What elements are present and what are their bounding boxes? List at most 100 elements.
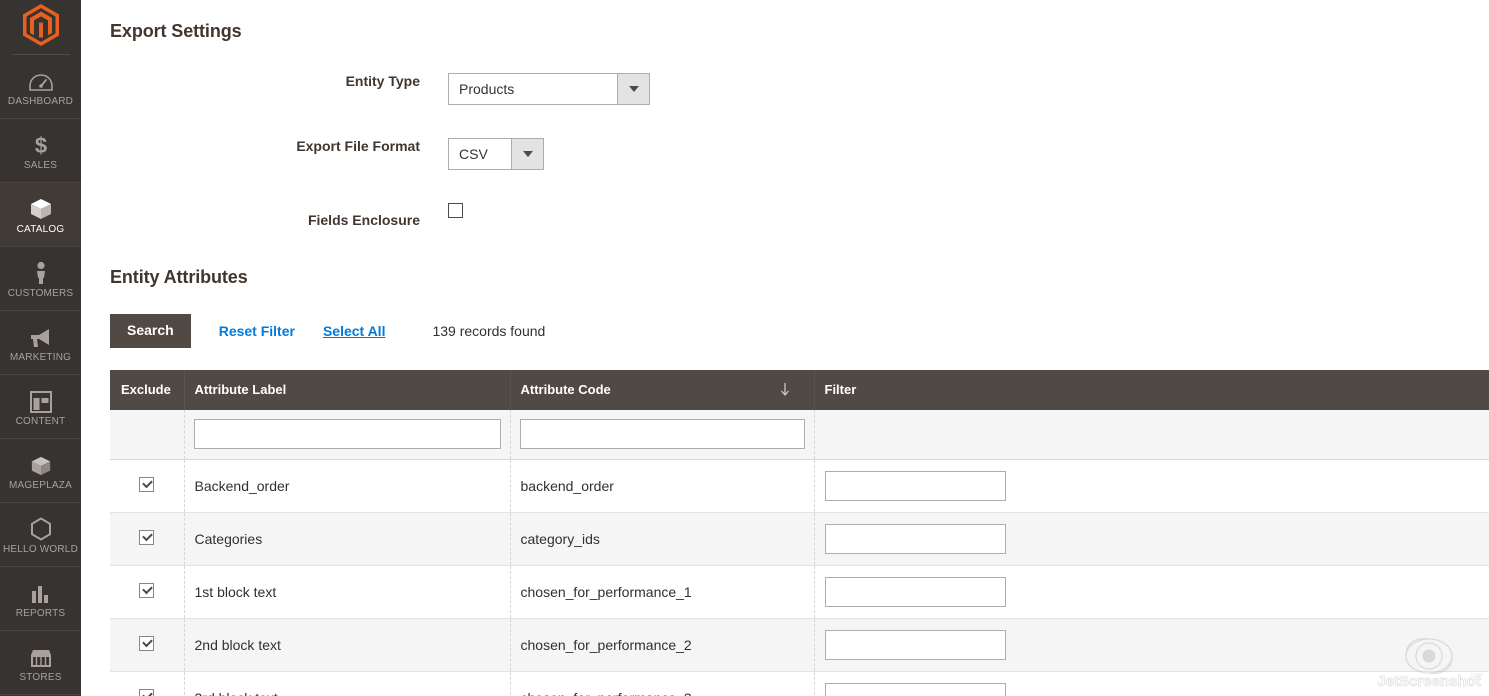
sidebar-item-mageplaza[interactable]: MAGEPLAZA xyxy=(0,439,81,502)
fields-enclosure-label: Fields Enclosure xyxy=(307,212,420,229)
svg-text:$: $ xyxy=(34,133,46,157)
attribute-code-cell: chosen_for_performance_1 xyxy=(510,565,815,620)
exclude-checkbox[interactable] xyxy=(139,689,155,696)
column-header-filter[interactable]: Filter xyxy=(814,370,1489,411)
sidebar-item-label: SALES xyxy=(23,159,58,171)
row-filter-input[interactable] xyxy=(824,683,1006,696)
table-row[interactable]: 3rd block text chosen_for_performance_3 xyxy=(110,671,1489,696)
filter-cell xyxy=(814,671,1489,696)
table-row[interactable]: Backend_order backend_order xyxy=(110,459,1489,514)
admin-sidebar: DASHBOARD $ SALES CATALOG CUSTOMERS MARK… xyxy=(0,0,81,696)
hexagon-icon xyxy=(27,515,55,541)
entity-type-row: Entity Type Products xyxy=(81,73,1489,106)
row-filter-input[interactable] xyxy=(824,471,1006,502)
attribute-code-cell: chosen_for_performance_3 xyxy=(510,671,815,696)
exclude-cell xyxy=(110,618,185,673)
sidebar-item-label: MARKETING xyxy=(9,351,72,363)
megaphone-icon xyxy=(27,323,55,349)
filter-cell-attribute-code xyxy=(510,410,815,461)
exclude-checkbox[interactable] xyxy=(139,636,155,652)
attribute-code-cell: backend_order xyxy=(510,459,815,514)
table-header: Exclude Attribute Label Attribute Code F… xyxy=(110,370,1489,411)
filter-cell-attribute-label xyxy=(184,410,511,461)
sidebar-item-dashboard[interactable]: DASHBOARD xyxy=(0,55,81,118)
person-icon xyxy=(27,259,55,285)
column-header-exclude[interactable]: Exclude xyxy=(110,370,185,411)
main-content: Export Settings Entity Type Products Exp… xyxy=(81,0,1489,696)
exclude-checkbox[interactable] xyxy=(139,530,155,546)
table-header-row: Exclude Attribute Label Attribute Code F… xyxy=(110,370,1489,411)
page-title: Export Settings xyxy=(110,21,242,42)
fields-enclosure-checkbox[interactable] xyxy=(448,203,463,219)
table-row[interactable]: Categories category_ids xyxy=(110,512,1489,567)
sidebar-item-label: MAGEPLAZA xyxy=(9,479,72,491)
attribute-label-cell: 2nd block text xyxy=(184,618,511,673)
magento-logo[interactable] xyxy=(0,0,81,48)
filter-cell xyxy=(814,512,1489,567)
column-header-attribute-code-text: Attribute Code xyxy=(520,382,611,398)
table-row[interactable]: 1st block text chosen_for_performance_1 xyxy=(110,565,1489,620)
admin-page: DASHBOARD $ SALES CATALOG CUSTOMERS MARK… xyxy=(0,0,1489,696)
sidebar-item-marketing[interactable]: MARKETING xyxy=(0,311,81,374)
layout-icon xyxy=(27,387,55,413)
table-body: Backend_order backend_order Categories c… xyxy=(110,410,1489,696)
attribute-label-cell: 1st block text xyxy=(184,565,511,620)
exclude-checkbox[interactable] xyxy=(139,583,155,599)
entity-attributes-title: Entity Attributes xyxy=(110,267,248,288)
filter-cell xyxy=(814,459,1489,514)
attribute-label-cell: 3rd block text xyxy=(184,671,511,696)
attribute-code-cell: chosen_for_performance_2 xyxy=(510,618,815,673)
exclude-checkbox[interactable] xyxy=(139,477,155,493)
filter-cell xyxy=(814,618,1489,673)
chevron-down-icon[interactable] xyxy=(511,139,543,170)
attribute-code-filter-input[interactable] xyxy=(519,419,805,450)
sidebar-item-hello-world[interactable]: HELLO WORLD xyxy=(0,503,81,566)
bar-chart-icon xyxy=(27,579,55,605)
entity-type-select[interactable]: Products xyxy=(448,73,650,106)
table-row[interactable]: 2nd block text chosen_for_performance_2 xyxy=(110,618,1489,673)
sidebar-item-label: CATALOG xyxy=(16,223,65,235)
attribute-label-filter-input[interactable] xyxy=(193,419,501,450)
sidebar-item-label: HELLO WORLD xyxy=(3,543,78,555)
table-filter-row xyxy=(110,410,1489,461)
sidebar-item-content[interactable]: CONTENT xyxy=(0,375,81,438)
chevron-down-icon[interactable] xyxy=(617,74,649,105)
row-filter-input[interactable] xyxy=(824,630,1006,661)
sidebar-item-customers[interactable]: CUSTOMERS xyxy=(0,247,81,310)
export-file-format-value: CSV xyxy=(449,139,511,170)
export-file-format-label: Export File Format xyxy=(296,138,420,155)
sidebar-item-label: DASHBOARD xyxy=(7,95,74,107)
sidebar-item-stores[interactable]: STORES xyxy=(0,631,81,694)
filter-cell-filter xyxy=(814,410,1489,461)
fields-enclosure-row: Fields Enclosure xyxy=(81,203,1489,228)
sort-descending-icon xyxy=(780,383,789,396)
export-file-format-select[interactable]: CSV xyxy=(448,138,544,171)
column-header-attribute-label[interactable]: Attribute Label xyxy=(184,370,511,411)
reset-filter-link[interactable]: Reset Filter xyxy=(219,323,295,339)
exclude-cell xyxy=(110,459,185,514)
search-button[interactable]: Search xyxy=(110,314,191,349)
records-found-text: 139 records found xyxy=(432,323,546,340)
sidebar-item-label: REPORTS xyxy=(15,607,66,619)
box-icon xyxy=(27,195,55,221)
entity-attributes-grid: Exclude Attribute Label Attribute Code F… xyxy=(81,370,1489,696)
sidebar-item-label: STORES xyxy=(19,671,62,683)
select-all-link[interactable]: Select All xyxy=(323,323,386,339)
sidebar-item-sales[interactable]: $ SALES xyxy=(0,119,81,182)
sidebar-item-label: CUSTOMERS xyxy=(7,287,74,299)
filter-cell xyxy=(814,565,1489,620)
sidebar-item-label: CONTENT xyxy=(15,415,66,427)
exclude-cell xyxy=(110,512,185,567)
filter-cell-exclude xyxy=(110,410,185,461)
row-filter-input[interactable] xyxy=(824,577,1006,608)
magento-logo-icon xyxy=(22,4,59,46)
attribute-code-cell: category_ids xyxy=(510,512,815,567)
store-icon xyxy=(27,643,55,669)
sidebar-item-reports[interactable]: REPORTS xyxy=(0,567,81,630)
exclude-cell xyxy=(110,671,185,696)
row-filter-input[interactable] xyxy=(824,524,1006,555)
attribute-label-cell: Backend_order xyxy=(184,459,511,514)
sidebar-item-catalog[interactable]: CATALOG xyxy=(0,183,81,246)
dollar-icon: $ xyxy=(27,131,55,157)
column-header-attribute-code[interactable]: Attribute Code xyxy=(510,370,815,411)
